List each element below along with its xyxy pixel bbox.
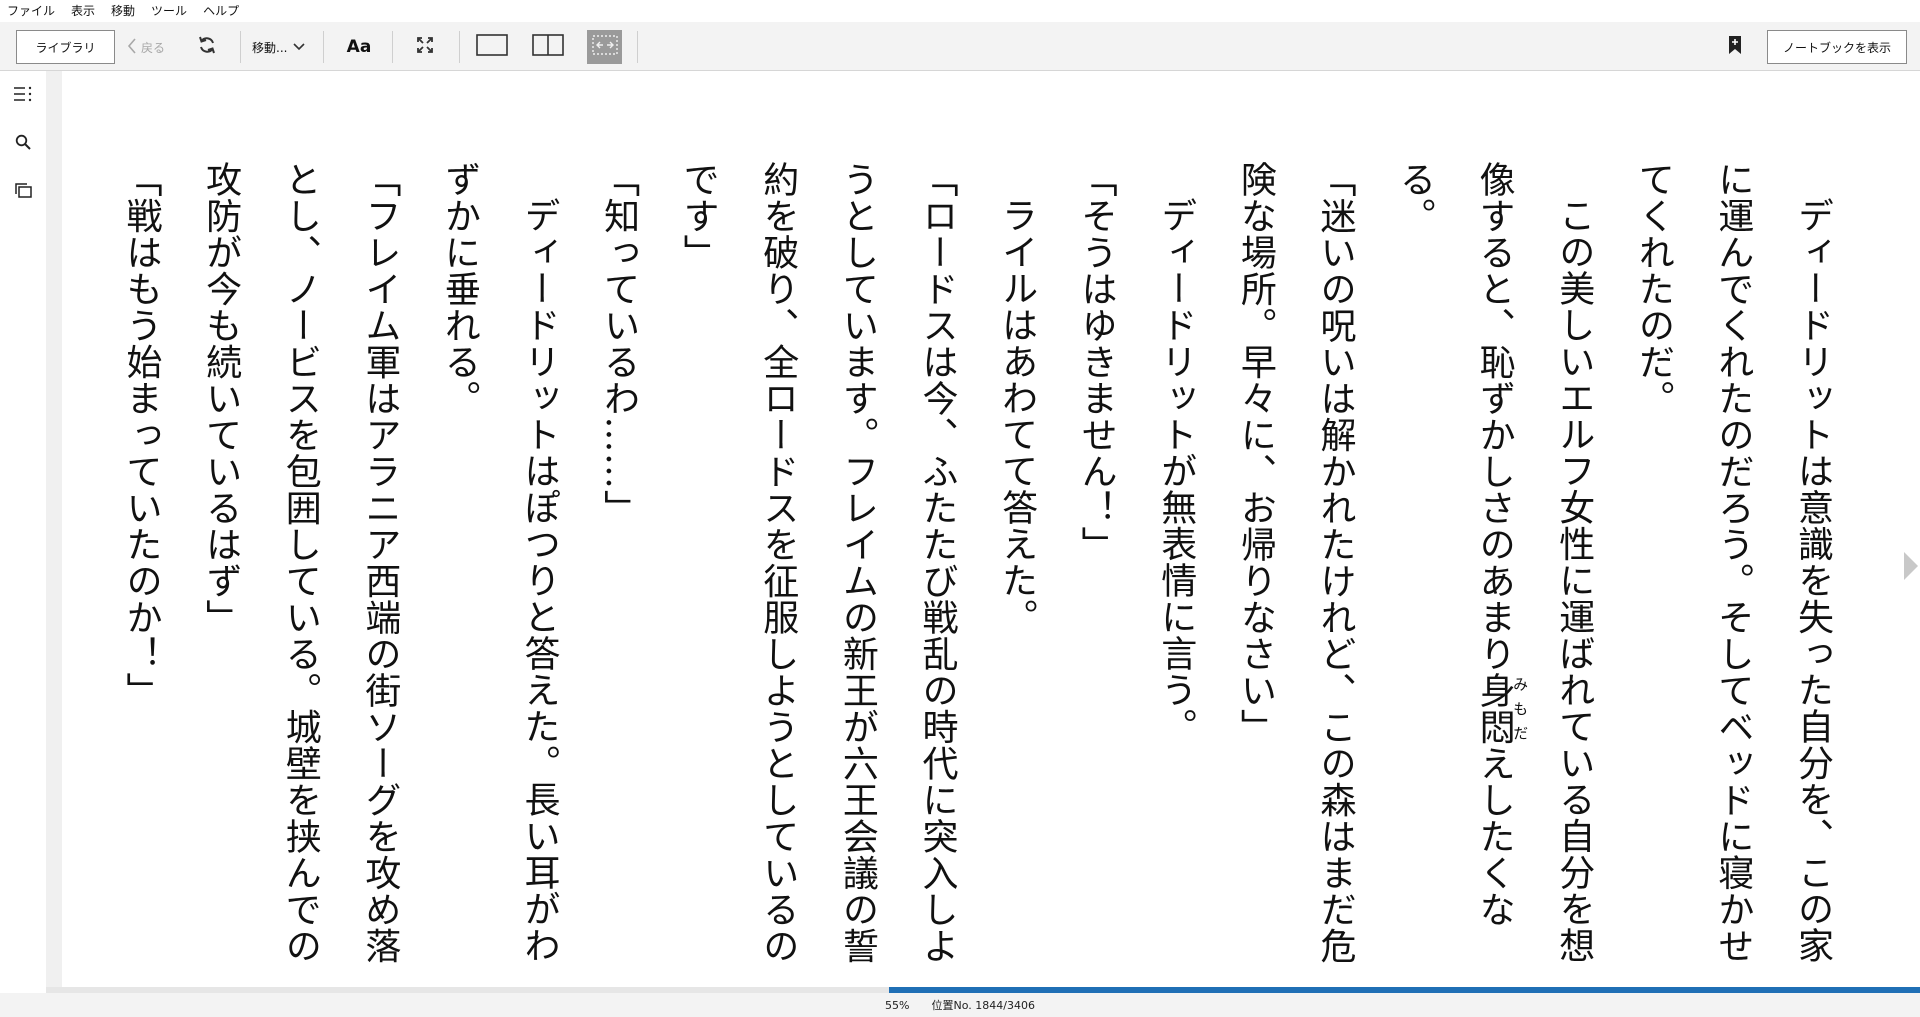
fullscreen-icon	[416, 36, 434, 58]
paragraph: 「そうはゆきません！」	[1075, 161, 1117, 563]
cards-icon[interactable]	[12, 179, 34, 201]
search-icon[interactable]	[12, 131, 34, 153]
goto-dropdown[interactable]: 移動...	[252, 30, 306, 64]
paragraph: 「フレイム軍はアラニア西端の街ソーグを攻め落とし、ノービスを包囲している。城壁を…	[200, 161, 401, 964]
library-button[interactable]: ライブラリ	[16, 30, 115, 64]
fit-width-view-button[interactable]	[587, 30, 622, 64]
toolbar-divider	[392, 31, 393, 63]
toolbar-divider	[323, 31, 324, 63]
page-gutter	[46, 71, 62, 993]
menu-help[interactable]: ヘルプ	[195, 0, 247, 22]
toolbar-divider	[459, 31, 460, 63]
paragraph: 「迷いの呪いは解かれたけれど、この森はまだ危険な場所。早々に、お帰りなさい」	[1234, 161, 1356, 964]
left-rail	[0, 71, 46, 993]
vertical-text-body: ディードリットは意識を失った自分を、この家に運んでくれたのだろう。そしてベッドに…	[101, 161, 1852, 991]
menu-view[interactable]: 表示	[63, 0, 103, 22]
paragraph: 「知っているわ……」	[598, 161, 640, 526]
fit-width-icon	[590, 33, 620, 61]
back-label: 戻る	[141, 40, 166, 55]
paragraph: ディードリットは意識を失った自分を、この家に運んでくれたのだろう。そしてベッドに…	[1632, 161, 1833, 964]
paragraph: ライルはあわてて答えた。	[996, 197, 1038, 635]
menu-tools[interactable]: ツール	[143, 0, 195, 22]
two-column-icon	[532, 34, 564, 60]
paragraph: 「戦はもう始まっていたのか！」	[120, 161, 162, 709]
back-button[interactable]: 戻る	[127, 30, 165, 64]
toolbar-divider	[240, 31, 241, 63]
paragraph: 「ロードスは今、ふたたび戦乱の時代に突入しようとしています。フレイムの新王が六王…	[677, 161, 958, 964]
next-page-arrow-icon[interactable]	[1904, 552, 1918, 580]
reading-page: ディードリットは意識を失った自分を、この家に運んでくれたのだろう。そしてベッドに…	[62, 71, 1920, 985]
ruby-word: 身悶みもだ	[1473, 672, 1530, 745]
fullscreen-button[interactable]	[410, 30, 440, 64]
menu-go[interactable]: 移動	[103, 0, 143, 22]
status-bar: 55% 位置No. 1844/3406	[0, 993, 1920, 1017]
single-column-icon	[476, 34, 508, 60]
add-bookmark-button[interactable]	[1722, 30, 1748, 64]
bookmark-plus-icon	[1728, 35, 1742, 59]
menu-bar: ファイル 表示 移動 ツール ヘルプ	[0, 0, 1920, 22]
show-notebook-button[interactable]: ノートブックを表示	[1767, 30, 1907, 64]
refresh-button[interactable]	[193, 30, 221, 64]
font-settings-button[interactable]: Aa	[343, 30, 375, 64]
toolbar: ライブラリ 戻る 移動... Aa ノートブックを表示	[0, 22, 1920, 71]
toolbar-divider	[637, 31, 638, 63]
refresh-icon	[197, 35, 217, 59]
chevron-down-icon	[293, 40, 306, 54]
furigana: みもだ	[1511, 672, 1530, 745]
chevron-left-icon	[127, 37, 137, 57]
goto-label: 移動...	[252, 40, 288, 55]
single-page-view-button[interactable]	[474, 30, 510, 64]
two-page-view-button[interactable]	[530, 30, 566, 64]
menu-file[interactable]: ファイル	[0, 0, 63, 22]
paragraph: ディードリットが無表情に言う。	[1155, 197, 1197, 745]
ruby-base: 身悶	[1473, 672, 1515, 745]
table-of-contents-icon[interactable]	[12, 83, 34, 105]
paragraph: この美しいエルフ女性に運ばれている自分を想像すると、恥ずかしさのあまり身悶みもだ…	[1374, 161, 1613, 991]
paragraph: ディードリットはぽつりと答えた。長い耳がわずかに垂れる。	[438, 161, 560, 964]
location-readout: 位置No. 1844/3406	[931, 999, 1035, 1012]
progress-percent: 55%	[885, 998, 910, 1012]
